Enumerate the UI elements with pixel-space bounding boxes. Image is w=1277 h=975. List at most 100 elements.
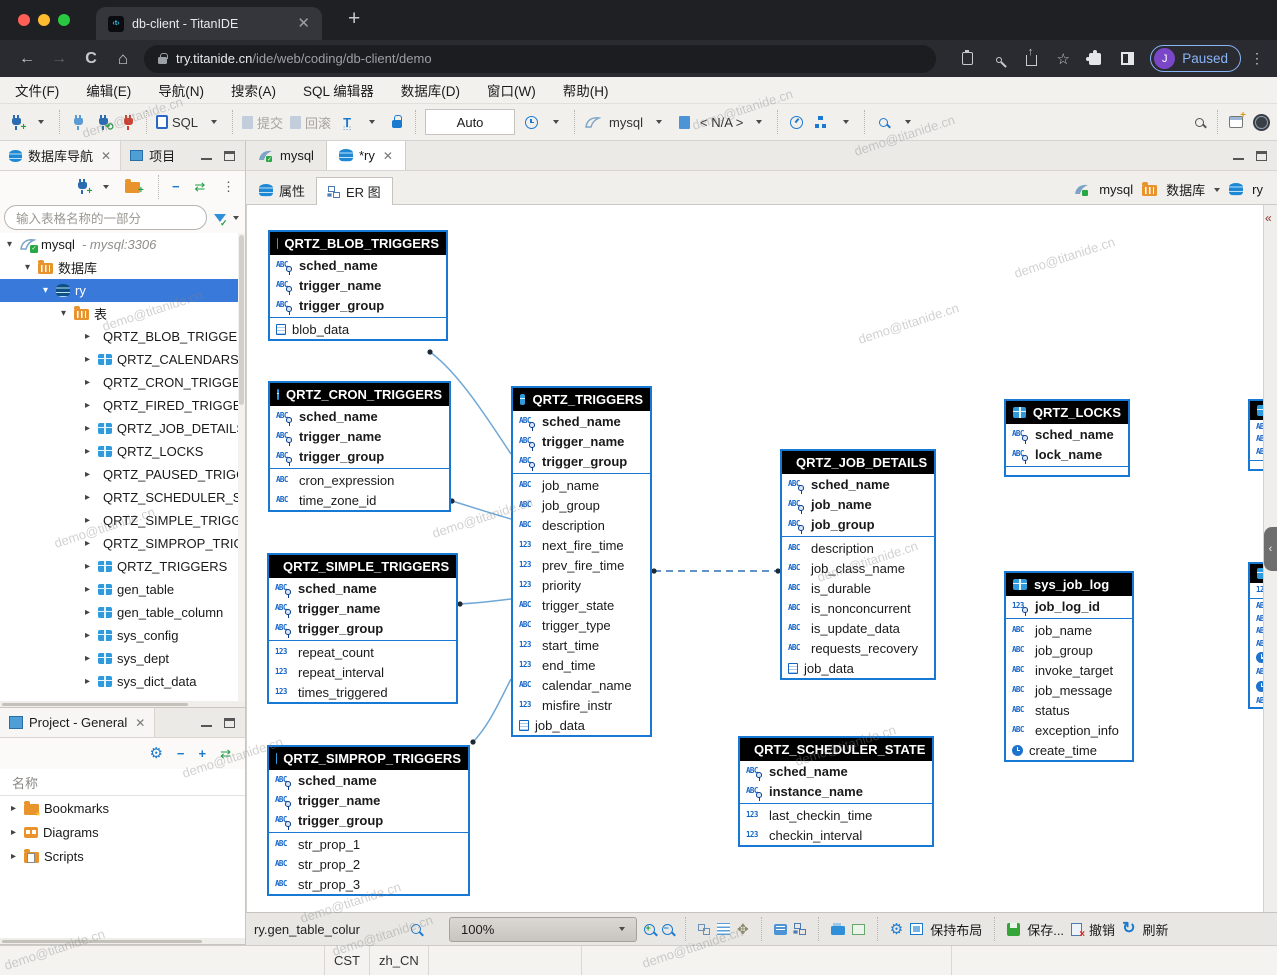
entity-pk-row[interactable]: ABCtrigger_name [269, 790, 468, 810]
close-icon[interactable]: ✕ [101, 149, 111, 163]
schema-label[interactable]: < N/A > [697, 109, 746, 135]
entity-field-row[interactable]: 123next_fire_time [513, 535, 650, 555]
export-image-icon[interactable] [852, 924, 865, 935]
network-dropdown[interactable] [834, 109, 858, 135]
entity-pk-row[interactable]: ABCtrigger_name [270, 275, 446, 295]
tab-mysql-connection[interactable]: ✓ mysql [246, 141, 326, 170]
address-bar[interactable]: try.titanide.cn/ide/web/coding/db-client… [144, 45, 936, 73]
entity-field-row[interactable] [1250, 650, 1263, 666]
close-icon[interactable]: ✕ [383, 149, 393, 163]
reload-icon[interactable]: C [76, 50, 106, 68]
arrange-icon[interactable] [794, 923, 806, 935]
filter-dropdown-icon[interactable] [233, 216, 239, 220]
password-key-icon[interactable] [984, 54, 1014, 63]
entity-header[interactable]: QRTZ_BLOB_TRIGGERS [270, 232, 446, 255]
collapsed-twisty-icon[interactable]: ▸ [82, 676, 93, 687]
project-item-diagrams[interactable]: ▸Diagrams [0, 820, 245, 844]
tree-item-table[interactable]: ▸QRTZ_SCHEDULER_STATE [0, 486, 245, 509]
entity-field-row[interactable]: ABCrequests_recovery [782, 638, 934, 658]
breadcrumb-connection[interactable]: mysql [1099, 182, 1133, 197]
entity-header[interactable]: sys_job_log [1006, 573, 1132, 596]
new-connection-button[interactable]: + [4, 109, 28, 135]
view-menu-icon[interactable]: ⋮ [222, 179, 235, 195]
entity-field-row[interactable]: 123misfire_instr [513, 695, 650, 715]
collapsed-twisty-icon[interactable]: ▸ [82, 377, 93, 388]
transaction-mode-button[interactable]: T::: [335, 109, 359, 135]
collapsed-twisty-icon[interactable]: ▸ [82, 469, 93, 480]
collapsed-twisty-icon[interactable]: ▸ [8, 851, 19, 862]
entity-field-row[interactable]: 123last_checkin_time [740, 805, 932, 825]
entity-header[interactable]: QRTZ_SCHEDULER_STATE [740, 738, 932, 761]
tree-item-table[interactable]: ▸QRTZ_PAUSED_TRIGGER_GRPS [0, 463, 245, 486]
entity-field-row[interactable]: ABCstr_prop_2 [269, 854, 468, 874]
tab-project-general[interactable]: Project - General ✕ [0, 708, 155, 737]
er-entity-QRTZ_TRIGGERS[interactable]: QRTZ_TRIGGERSABCsched_nameABCtrigger_nam… [511, 386, 652, 737]
transaction-lock-icon[interactable] [385, 109, 409, 135]
menu-item[interactable]: 编辑(E) [86, 80, 131, 100]
entity-header[interactable]: QRTZ_SIMPLE_TRIGGERS [269, 555, 456, 578]
refresh-icon[interactable]: ↻ [1122, 921, 1135, 937]
entity-field-row[interactable]: ABCis_nonconcurrent [782, 598, 934, 618]
tree-item-table[interactable]: ▸QRTZ_JOB_DETAILS [0, 417, 245, 440]
tree-item-table[interactable]: ▸QRTZ_CALENDARS [0, 348, 245, 371]
entity-field-row[interactable]: ABCis_update_data [782, 618, 934, 638]
subtab-properties[interactable]: 属性 [248, 176, 316, 204]
tree-item-table[interactable]: ▸QRTZ_CRON_TRIGGERS [0, 371, 245, 394]
breadcrumb-folder[interactable]: 数据库 [1166, 180, 1205, 199]
entity-field-row[interactable]: ABCjob_class_name [782, 558, 934, 578]
toolbar-search-dropdown[interactable] [896, 109, 920, 135]
close-window-button[interactable] [18, 14, 30, 26]
entity-field-row[interactable]: blob_data [270, 319, 446, 339]
entity-field-row[interactable]: ABCjob_name [513, 475, 650, 495]
menu-item[interactable]: 导航(N) [158, 80, 204, 100]
entity-field-row[interactable]: ABCstatus [1006, 700, 1132, 720]
refresh-label[interactable]: 刷新 [1142, 920, 1168, 939]
entity-field-row[interactable]: ABCcalendar_name [513, 675, 650, 695]
tab-projects[interactable]: 项目 [121, 141, 184, 170]
menu-item[interactable]: 数据库(D) [401, 80, 460, 100]
entity-field-row[interactable]: ABC [1250, 600, 1263, 613]
print-icon[interactable] [831, 926, 845, 935]
er-diagram-canvas[interactable]: QRTZ_BLOB_TRIGGERSABCsched_nameABCtrigge… [246, 205, 1263, 912]
entity-field-row[interactable]: 123repeat_interval [269, 662, 456, 682]
entity-field-row[interactable]: ABC [1250, 694, 1263, 707]
link-with-editor-button[interactable]: ⇄ [188, 174, 212, 200]
entity-field-row[interactable]: 123start_time [513, 635, 650, 655]
toggle-notes-icon[interactable] [774, 924, 787, 935]
collapsed-twisty-icon[interactable]: ▸ [82, 446, 93, 457]
entity-field-row[interactable]: 123checkin_interval [740, 825, 932, 845]
active-db-label[interactable]: mysql [606, 109, 646, 135]
entity-field-row[interactable]: ABCis_durable [782, 578, 934, 598]
collapsed-twisty-icon[interactable]: ▸ [82, 561, 93, 572]
fit-window-icon[interactable]: ✥ [737, 922, 749, 936]
tree-item-table[interactable]: ▸gen_table [0, 578, 245, 601]
tree-item-table[interactable]: ▸sys_dict_data [0, 670, 245, 693]
profile-chip[interactable]: J Paused [1150, 45, 1241, 72]
collapsed-twisty-icon[interactable]: ▸ [82, 354, 93, 365]
new-folder-button[interactable]: + [122, 174, 153, 200]
entity-header[interactable]: QRTZ_SIMPROP_TRIGGERS [269, 747, 468, 770]
entity-pk-row[interactable]: ABCsched_name [269, 578, 456, 598]
er-entity-QRTZ_SCHEDULER_STATE[interactable]: QRTZ_SCHEDULER_STATEABCsched_nameABCinst… [738, 736, 934, 847]
menu-item[interactable]: 搜索(A) [231, 80, 276, 100]
expanded-twisty-icon[interactable]: ▾ [4, 239, 15, 250]
collapsed-twisty-icon[interactable]: ▸ [82, 653, 93, 664]
tree-item-table[interactable]: ▸sys_config [0, 624, 245, 647]
maximize-editor-icon[interactable] [1256, 151, 1267, 161]
restore-panel-icon[interactable]: « [1265, 211, 1272, 225]
entity-pk-row[interactable]: ABCtrigger_group [270, 295, 446, 315]
active-db-dropdown[interactable] [647, 109, 671, 135]
er-search-icon[interactable] [411, 924, 421, 934]
rollback-button[interactable]: 回滚 [287, 109, 334, 135]
maximize-panel-icon[interactable] [224, 151, 235, 161]
collapsed-twisty-icon[interactable]: ▸ [82, 400, 93, 411]
entity-field-row[interactable]: ABCstr_prop_3 [269, 874, 468, 894]
collapsed-twisty-icon[interactable]: ▸ [82, 423, 93, 434]
name-column-header[interactable]: 名称 [0, 769, 245, 796]
entity-field-row[interactable]: ABCtime_zone_id [270, 490, 449, 510]
entity-pk-row[interactable]: ABCsched_name [270, 255, 446, 275]
entity-pk-row[interactable]: ABCsched_name [513, 411, 650, 431]
menu-item[interactable]: 文件(F) [15, 80, 59, 100]
entity-pk-row[interactable]: ABCjob_group [782, 514, 934, 534]
entity-pk-row[interactable]: 123job_log_id [1006, 596, 1132, 616]
